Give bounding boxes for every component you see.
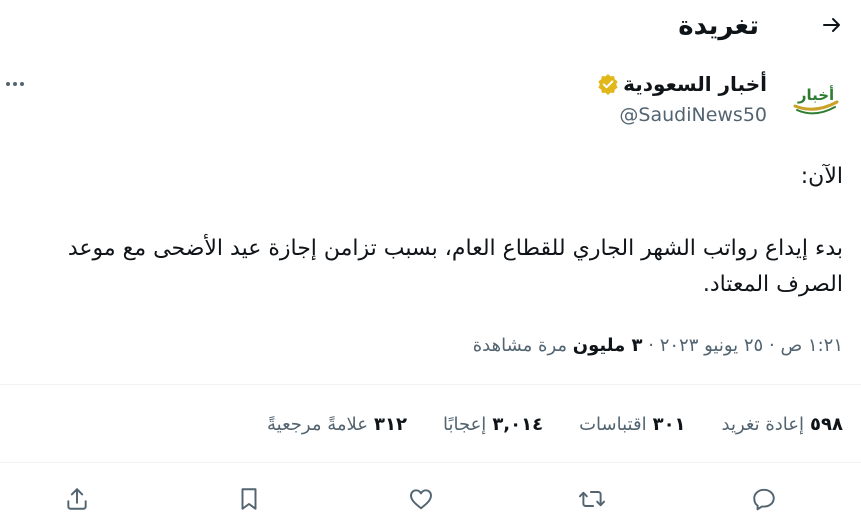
action-bar: [60, 482, 781, 516]
page-header: تغريدة: [0, 0, 861, 52]
tweet-stats: ٥٩٨ إعادة تغريد ٣٠١ اقتباسات ٣,٠١٤ إعجاب…: [267, 411, 843, 439]
quotes-label: اقتباسات: [579, 414, 647, 435]
meta-separator: ·: [768, 335, 775, 356]
bookmarks-stat[interactable]: ٣١٢ علامةً مرجعيةً: [267, 411, 407, 439]
more-dot-icon: [6, 82, 10, 86]
divider: [0, 384, 861, 385]
retweet-button[interactable]: [575, 482, 609, 516]
divider: [0, 462, 861, 463]
tweet-date[interactable]: ٢٥ يونيو ٢٠٢٣: [660, 335, 764, 356]
views-label: مرة مشاهدة: [472, 335, 568, 356]
tweet-line-body: بدء إيداع رواتب الشهر الجاري للقطاع العا…: [67, 236, 843, 297]
like-icon: [409, 489, 432, 510]
tweet-time[interactable]: ١:٢١ ص: [780, 335, 843, 356]
tweet-text: الآن: بدء إيداع رواتب الشهر الجاري للقطا…: [13, 159, 843, 303]
reply-button[interactable]: [747, 482, 781, 516]
retweets-stat[interactable]: ٥٩٨ إعادة تغريد: [722, 411, 843, 439]
bookmarks-count: ٣١٢: [374, 414, 407, 435]
tweet-page: تغريدة أخبار أخبار السعودية @SaudiNews50…: [0, 0, 861, 517]
likes-label: إعجابًا: [442, 414, 487, 435]
more-options-button[interactable]: [0, 72, 24, 96]
display-name: أخبار السعودية: [623, 72, 767, 96]
more-dot-icon: [20, 82, 24, 86]
avatar[interactable]: أخبار: [787, 68, 843, 124]
retweets-label: إعادة تغريد: [721, 414, 805, 435]
share-button[interactable]: [60, 482, 94, 516]
share-icon: [67, 488, 87, 510]
bookmark-icon: [241, 488, 257, 510]
avatar-logo-text: أخبار: [797, 85, 834, 104]
views-count: ٣ مليون: [572, 335, 643, 356]
tweet-line-intro: الآن:: [800, 164, 843, 189]
reply-icon: [753, 488, 775, 511]
likes-stat[interactable]: ٣,٠١٤ إعجابًا: [443, 411, 543, 439]
author-handle[interactable]: @SaudiNews50: [619, 102, 767, 128]
likes-count: ٣,٠١٤: [492, 414, 544, 435]
meta-separator: ·: [648, 335, 654, 356]
tweet-meta: ١:٢١ ص · ٢٥ يونيو ٢٠٢٣ · ٣ مليون مرة مشا…: [473, 332, 843, 360]
arrow-right-icon: [823, 18, 840, 32]
retweets-count: ٥٩٨: [810, 414, 843, 435]
quotes-count: ٣٠١: [652, 414, 686, 435]
more-dot-icon: [13, 82, 17, 86]
bookmark-button[interactable]: [232, 482, 266, 516]
retweet-icon: [579, 491, 606, 507]
like-button[interactable]: [404, 482, 438, 516]
news-logo-icon: أخبار: [787, 68, 843, 124]
bookmarks-label: علامةً مرجعيةً: [267, 414, 368, 435]
back-button[interactable]: [817, 10, 847, 40]
gold-verified-badge-icon[interactable]: [597, 73, 619, 95]
quotes-stat[interactable]: ٣٠١ اقتباسات: [579, 411, 685, 439]
page-title: تغريدة: [678, 11, 759, 41]
author-name-row[interactable]: أخبار السعودية: [597, 70, 767, 98]
